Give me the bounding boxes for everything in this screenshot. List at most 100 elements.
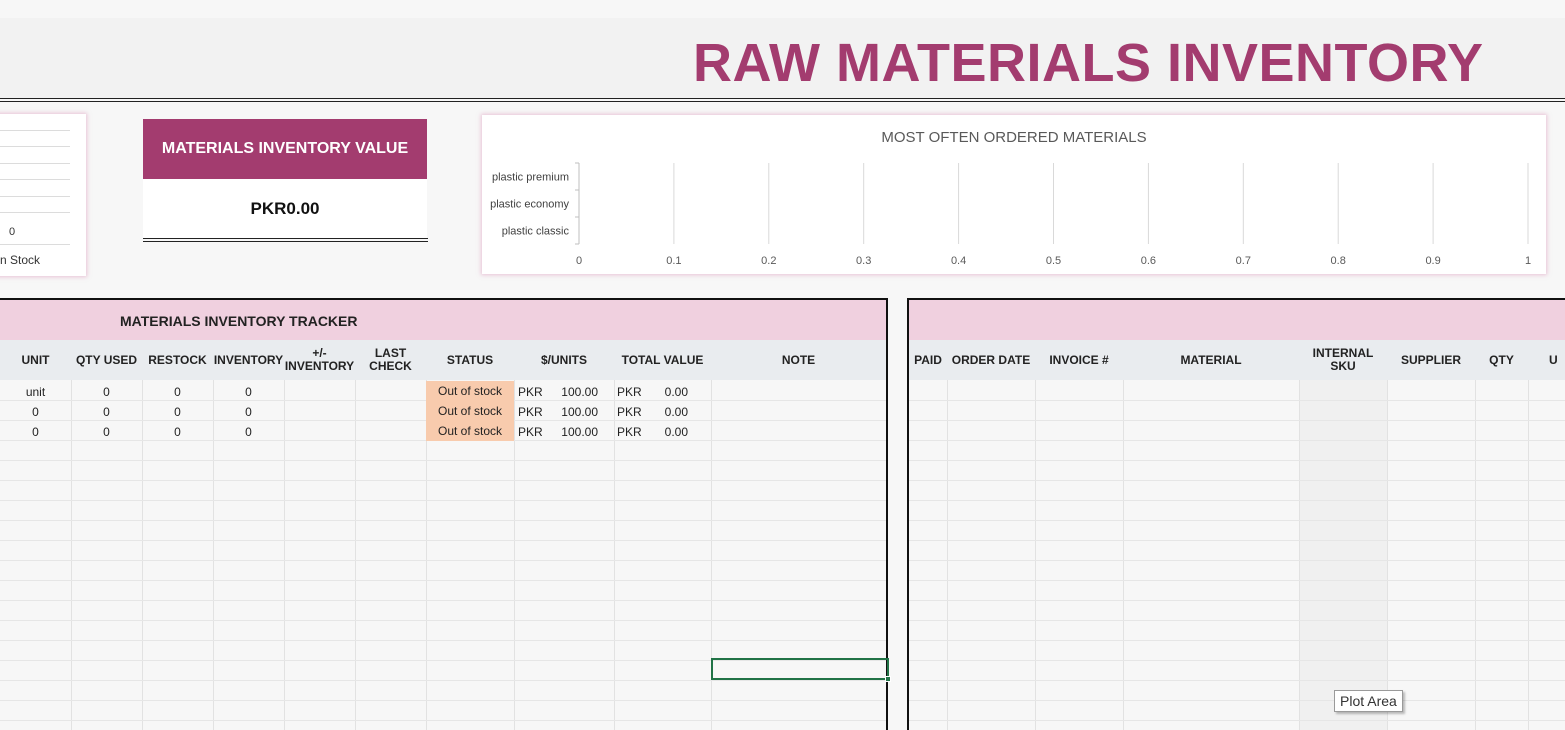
cell-restock[interactable]: 0 [142, 382, 213, 402]
cell-total-currency[interactable]: PKR [617, 402, 643, 422]
row-line [0, 600, 886, 601]
most-ordered-chart[interactable]: MOST OFTEN ORDERED MATERIALS 0 0.1 0.2 0.3 0… [482, 115, 1546, 274]
cell-price-currency[interactable]: PKR [518, 402, 544, 422]
row-line [0, 700, 886, 701]
gridline [0, 212, 70, 213]
row-line [909, 460, 1565, 461]
row-line [909, 600, 1565, 601]
row-line [909, 400, 1565, 401]
column-line [284, 380, 285, 730]
cell-inventory[interactable]: 0 [213, 402, 284, 422]
category-label: plastic classic [502, 226, 570, 238]
header-total-value[interactable]: TOTAL VALUE [614, 340, 711, 380]
x-tick-label: 0.9 [1425, 255, 1440, 267]
inventory-value[interactable]: PKR0.00 [143, 179, 427, 238]
cell-unit[interactable]: 0 [0, 422, 71, 442]
row-line [0, 720, 886, 721]
header-order-date[interactable]: ORDER DATE [947, 340, 1035, 380]
cell-qty-used[interactable]: 0 [71, 402, 142, 422]
header-qty-used[interactable]: QTY USED [71, 340, 142, 380]
header-inventory[interactable]: INVENTORY [213, 340, 284, 380]
cell-unit[interactable]: 0 [0, 402, 71, 422]
stock-chart-card[interactable]: 0 n Stock [0, 114, 86, 276]
row-line [909, 580, 1565, 581]
cell-unit[interactable]: unit [0, 382, 71, 402]
header-delta-inventory[interactable]: +/- INVENTORY [284, 340, 355, 380]
header-unit-partial[interactable]: U [1549, 340, 1565, 380]
cell-price-currency[interactable]: PKR [518, 382, 544, 402]
value-rule [143, 238, 428, 242]
chart-plot[interactable]: 0 0.1 0.2 0.3 0.4 0.5 0.6 0.7 0.8 0.9 1 plastic pre… [482, 115, 1546, 274]
cell-status[interactable]: Out of stock [426, 381, 514, 401]
cell-price[interactable]: 100.00 [544, 402, 598, 422]
selected-cell[interactable] [711, 658, 889, 680]
cell-price[interactable]: 100.00 [544, 382, 598, 402]
cell-total-currency[interactable]: PKR [617, 382, 643, 402]
cell-inventory[interactable]: 0 [213, 382, 284, 402]
fill-handle[interactable] [885, 676, 891, 682]
row-line [0, 500, 886, 501]
cell-price[interactable]: 100.00 [544, 422, 598, 442]
page-title: RAW MATERIALS INVENTORY [693, 33, 1484, 93]
column-line [1123, 380, 1124, 730]
row-line [909, 620, 1565, 621]
row-line [909, 720, 1565, 721]
cell-total[interactable]: 0.00 [643, 402, 688, 422]
x-tick-label: 0.7 [1236, 255, 1251, 267]
cell-total[interactable]: 0.00 [643, 382, 688, 402]
row-line [909, 700, 1565, 701]
header-note[interactable]: NOTE [711, 340, 886, 380]
row-line [0, 640, 886, 641]
header-unit-price[interactable]: $/UNITS [514, 340, 614, 380]
row-line [0, 620, 886, 621]
category-label: plastic economy [490, 199, 569, 211]
row-line [909, 420, 1565, 421]
header-qty[interactable]: QTY [1475, 340, 1528, 380]
cell-qty-used[interactable]: 0 [71, 382, 142, 402]
cell-inventory[interactable]: 0 [213, 422, 284, 442]
header-unit[interactable]: UNIT [0, 340, 71, 380]
x-tick-label: 0.4 [951, 255, 966, 267]
column-line [1528, 380, 1529, 730]
tracker-title: MATERIALS INVENTORY TRACKER [120, 313, 358, 329]
header-paid[interactable]: PAID [909, 340, 947, 380]
header-supplier[interactable]: SUPPLIER [1387, 340, 1475, 380]
header-invoice[interactable]: INVOICE # [1035, 340, 1123, 380]
cell-restock[interactable]: 0 [142, 422, 213, 442]
gridline [0, 179, 70, 180]
stock-chart-value: 0 [9, 226, 16, 238]
gridline [0, 130, 70, 131]
category-label: plastic premium [492, 172, 569, 184]
row-line [0, 540, 886, 541]
gridline [0, 244, 70, 245]
cell-restock[interactable]: 0 [142, 402, 213, 422]
header-restock[interactable]: RESTOCK [142, 340, 213, 380]
cell-status[interactable]: Out of stock [426, 421, 514, 441]
header-last-check[interactable]: LAST CHECK [355, 340, 426, 380]
column-line [1475, 380, 1476, 730]
header-material[interactable]: MATERIAL [1123, 340, 1299, 380]
cell-status[interactable]: Out of stock [426, 401, 514, 421]
column-line [614, 380, 615, 730]
row-line [909, 520, 1565, 521]
header-status[interactable]: STATUS [426, 340, 514, 380]
spreadsheet: RAW MATERIALS INVENTORY 0 n Stock MATERI… [0, 0, 1565, 730]
row-line [0, 580, 886, 581]
cell-total[interactable]: 0.00 [643, 422, 688, 442]
row-line [0, 680, 886, 681]
cell-qty-used[interactable]: 0 [71, 422, 142, 442]
column-line [1035, 380, 1036, 730]
header-internal-sku[interactable]: INTERNAL SKU [1299, 340, 1387, 380]
cell-price-currency[interactable]: PKR [518, 422, 544, 442]
x-tick-label: 1 [1525, 255, 1531, 267]
column-line [514, 380, 515, 730]
row-line [0, 460, 886, 461]
x-tick-label: 0.6 [1141, 255, 1156, 267]
gridline [0, 163, 70, 164]
x-tick-label: 0.1 [666, 255, 681, 267]
plot-area-tooltip: Plot Area [1334, 690, 1403, 712]
cell-total-currency[interactable]: PKR [617, 422, 643, 442]
title-rule [0, 98, 1565, 102]
gridline [0, 196, 70, 197]
row-line [909, 640, 1565, 641]
